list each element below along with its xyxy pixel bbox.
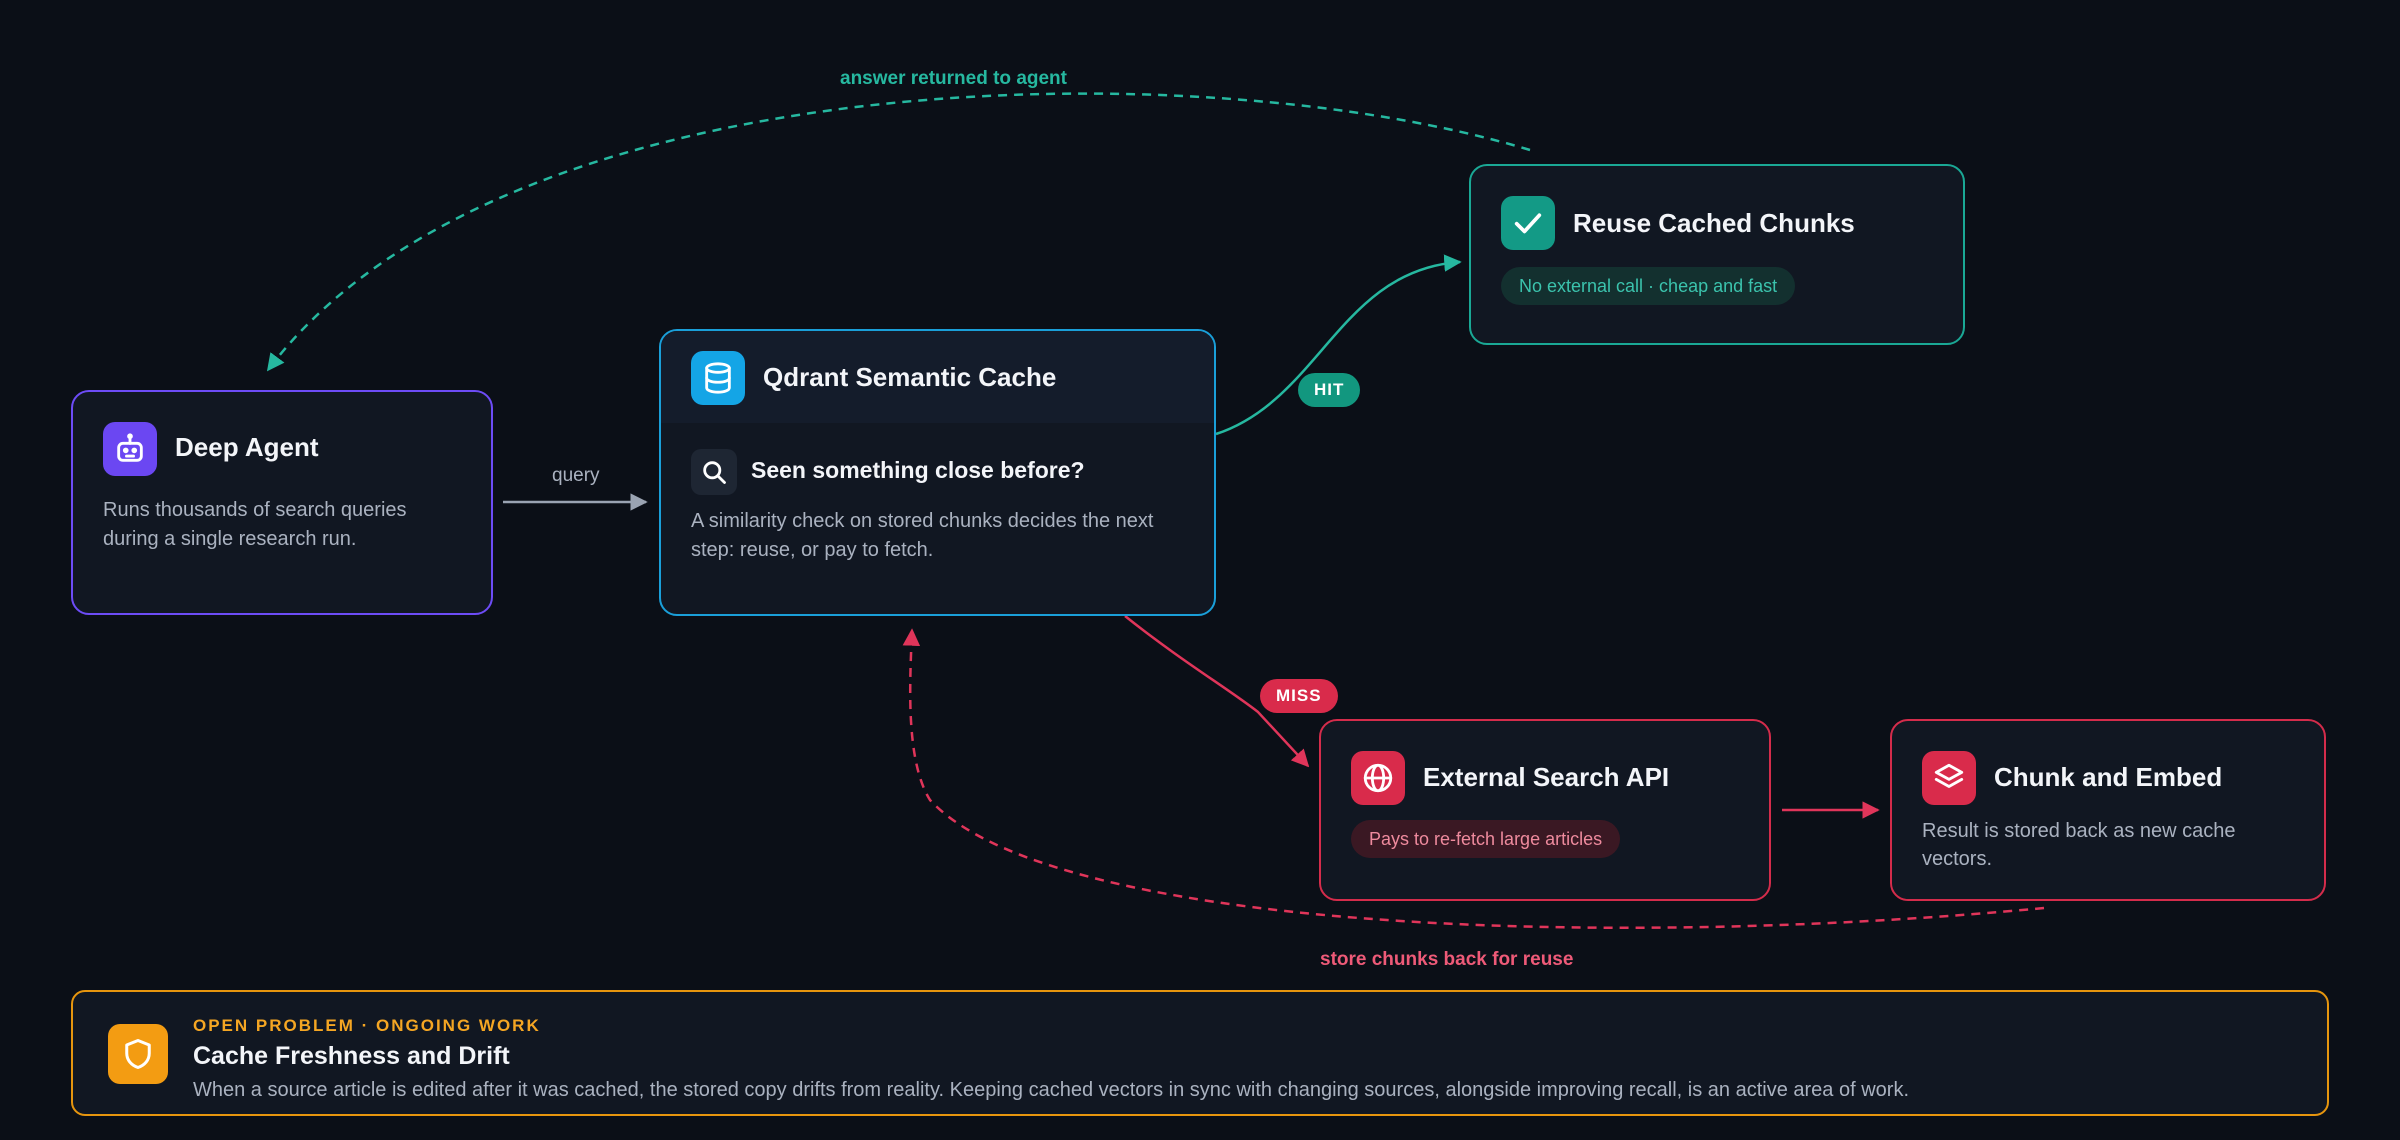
reuse-cached-chunks-pill: No external call · cheap and fast <box>1501 267 1796 305</box>
miss-badge: MISS <box>1260 679 1338 713</box>
reuse-cached-chunks-title: Reuse Cached Chunks <box>1573 208 1855 238</box>
store-chunks-label: store chunks back for reuse <box>1320 949 1574 970</box>
semantic-cache-card[interactable]: Qdrant Semantic Cache Seen something clo… <box>659 329 1216 616</box>
shield-icon <box>108 1024 168 1084</box>
open-problem-description: When a source article is edited after it… <box>193 1079 1910 1101</box>
diagram-canvas: Deep Agent Runs thousands of search quer… <box>0 0 2400 1140</box>
external-search-api-pill: Pays to re-fetch large articles <box>1351 820 1621 858</box>
external-search-api-card[interactable]: External Search API Pays to re-fetch lar… <box>1319 719 1771 901</box>
deep-agent-card[interactable]: Deep Agent Runs thousands of search quer… <box>71 390 493 615</box>
semantic-cache-question: Seen something close before? <box>751 457 1085 483</box>
hit-badge: HIT <box>1298 373 1361 407</box>
query-label: query <box>552 465 600 486</box>
semantic-cache-title: Qdrant Semantic Cache <box>763 362 1057 392</box>
chunk-and-embed-description: Result is stored back as new cache vecto… <box>1922 820 2236 870</box>
globe-icon <box>1351 751 1405 805</box>
layers-icon <box>1922 751 1976 805</box>
deep-agent-title: Deep Agent <box>175 432 319 462</box>
chunk-and-embed-title: Chunk and Embed <box>1994 762 2223 792</box>
open-problem-kicker: OPEN PROBLEM · ONGOING WORK <box>193 1016 541 1035</box>
search-icon <box>691 449 737 495</box>
deep-agent-description: Runs thousands of search queries during … <box>103 499 407 550</box>
open-problem-panel: OPEN PROBLEM · ONGOING WORK Cache Freshn… <box>71 990 2329 1116</box>
database-icon <box>691 351 745 405</box>
check-icon <box>1501 196 1555 250</box>
open-problem-title: Cache Freshness and Drift <box>193 1042 510 1070</box>
external-search-api-title: External Search API <box>1423 762 1670 792</box>
hit-arrow <box>1215 254 1462 436</box>
chunk-and-embed-card[interactable]: Chunk and Embed Result is stored back as… <box>1890 719 2326 901</box>
semantic-cache-description: A similarity check on stored chunks deci… <box>691 510 1154 561</box>
robot-icon <box>103 422 157 476</box>
answer-returned-label: answer returned to agent <box>840 68 1067 89</box>
reuse-cached-chunks-card[interactable]: Reuse Cached Chunks No external call · c… <box>1469 164 1965 345</box>
